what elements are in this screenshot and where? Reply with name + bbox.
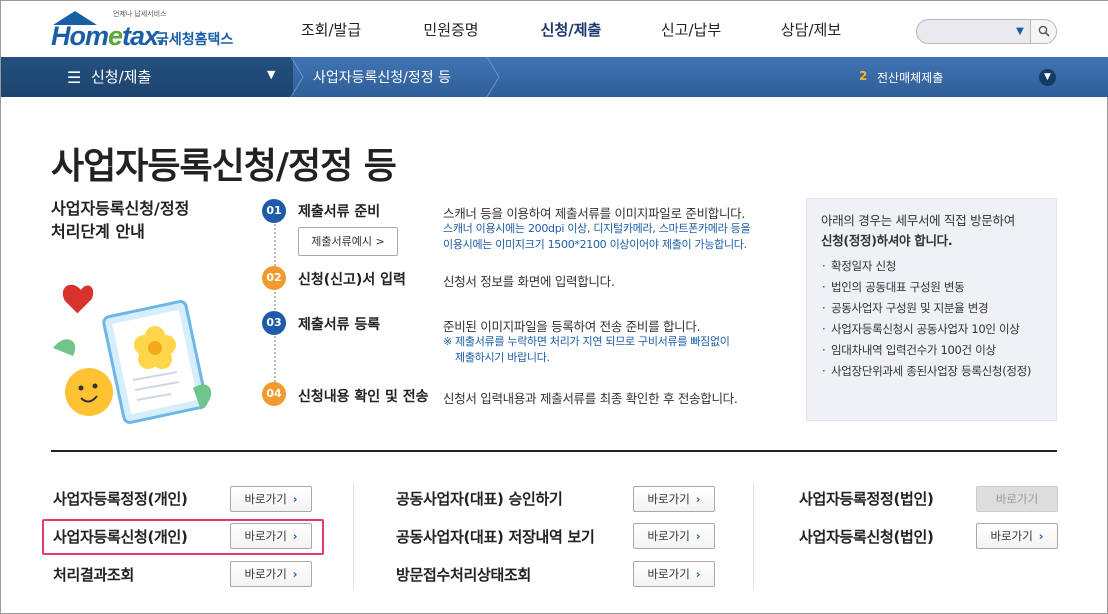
link-label-joint-saved: 공동사업자(대표) 저장내역 보기 [396,528,595,546]
list-item: 임대차내역 입력건수가 100건 이상 [821,343,1051,358]
notice-title-line: 아래의 경우는 세무서에 직접 방문하여 [821,213,1015,228]
section-title[interactable]: 신청/제출 [91,66,151,87]
section-menu[interactable]: ☰ 신청/제출 ▼ [1,57,293,97]
column-divider [753,484,754,589]
sub-nav-bar: ☰ 신청/제출 ▼ 사업자등록신청/정정 등 2 전산매체제출 ▼ [1,57,1108,97]
chevron-down-icon[interactable]: ▼ [1013,25,1027,39]
go-button-label: 바로가기 [990,529,1033,543]
search-input[interactable] [923,23,1011,40]
chevron-right-icon: › [1038,529,1044,543]
visit-notice-box: 아래의 경우는 세무서에 직접 방문하여 신청(정정)하셔야 합니다. 확정일자… [806,198,1057,421]
go-button-correction-corporate[interactable]: 바로가기 [976,486,1058,512]
step-note-line: ※ 제출서류를 누락하면 처리가 지연 되므로 구비서류를 빠짐없이 [443,335,730,348]
hometax-logo[interactable]: 언제나 납세서비스 Hometax. 국세청홈택스 [51,7,251,51]
list-item: 확정일자 신청 [821,259,1051,274]
sample-documents-button[interactable]: 제출서류예시 > [298,227,398,256]
logo-tagline: 언제나 납세서비스 [113,11,167,18]
step-description: 신청서 정보를 화면에 입력합니다. [443,274,615,289]
search-icon[interactable] [1030,20,1056,43]
header: 언제나 납세서비스 Hometax. 국세청홈택스 조회/발급 민원증명 신청/… [1,1,1108,57]
go-button-registration-individual[interactable]: 바로가기 › [230,523,312,549]
step-label: 신청(신고)서 입력 [298,272,406,288]
list-item: 사업자등록신청시 공동사업자 10인 이상 [821,322,1051,337]
go-button-label: 바로가기 [244,492,287,506]
link-label-correction-individual: 사업자등록정정(개인) [53,490,188,508]
step-note: ※ 제출서류를 누락하면 처리가 지연 되므로 구비서류를 빠짐없이 제출하시기… [443,334,730,366]
step-note-line: 제출하시기 바랍니다. [455,351,550,364]
go-button-correction-individual[interactable]: 바로가기 › [230,486,312,512]
link-label-visit-status: 방문접수처리상태조회 [396,566,532,584]
breadcrumb-current[interactable]: 사업자등록신청/정정 등 [313,67,451,87]
chevron-right-icon: › [292,492,298,506]
notice-title: 아래의 경우는 세무서에 직접 방문하여 신청(정정)하셔야 합니다. [821,211,1051,251]
expand-down-icon[interactable]: ▼ [1039,69,1056,86]
document-illustration-icon [53,284,212,424]
step-note: 스캐너 이용시에는 200dpi 이상, 디지털카메라, 스마트폰카메라 등을 … [443,221,751,253]
guide-title-line: 사업자등록신청/정정 [51,199,190,218]
step-label: 신청내용 확인 및 전송 [298,389,429,405]
go-button-label: 바로가기 [647,492,690,506]
page-title: 사업자등록신청/정정 등 [51,146,397,187]
hamburger-menu-icon[interactable]: ☰ [67,68,81,87]
chevron-right-icon: › [695,567,701,581]
column-divider [353,484,354,589]
list-item: 법인의 공동대표 구성원 변동 [821,280,1051,295]
step-label: 제출서류 준비 [298,204,381,220]
step-note-line: 스캐너 이용시에는 200dpi 이상, 디지털카메라, 스마트폰카메라 등을 [443,222,751,235]
notice-title-line: 신청(정정)하셔야 합니다. [821,233,953,248]
go-button-visit-status[interactable]: 바로가기 › [633,561,715,587]
go-button-joint-approve[interactable]: 바로가기 › [633,486,715,512]
step-description: 준비된 이미지파일을 등록하여 전송 준비를 합니다. [443,319,701,334]
step-description: 신청서 입력내용과 제출서류를 최종 확인한 후 전송합니다. [443,391,738,406]
logo-wordmark: Hometax. [51,21,166,51]
link-label-registration-individual: 사업자등록신청(개인) [53,528,188,546]
chevron-right-icon: › [292,567,298,581]
notice-list: 확정일자 신청 법인의 공동대표 구성원 변동 공동사업자 구성원 및 지분율 … [821,259,1051,385]
step-number: 03 [262,311,286,335]
caret-down-icon[interactable]: ▼ [267,68,275,81]
menu-number: 2 [859,69,868,83]
go-button-label: 바로가기 [244,567,287,581]
gnb-item-report[interactable]: 신고/납부 [631,19,751,40]
go-button-label: 바로가기 [647,567,690,581]
go-button-registration-corporate[interactable]: 바로가기 › [976,523,1058,549]
go-button-label: 바로가기 [244,529,287,543]
gnb-item-consult[interactable]: 상담/제보 [751,19,871,40]
guide-title-line: 처리단계 안내 [51,222,145,241]
section-divider [51,450,1057,452]
step-timeline [274,213,276,393]
gnb-item-inquiry[interactable]: 조회/발급 [271,19,391,40]
link-label-correction-corporate: 사업자등록정정(법인) [799,490,934,508]
chevron-right-icon: › [695,492,701,506]
step-label: 제출서류 등록 [298,317,381,333]
step-number: 01 [262,199,286,223]
go-button-joint-saved[interactable]: 바로가기 › [633,523,715,549]
logo-korean-name: 국세청홈택스 [156,32,234,48]
go-button-label: 바로가기 [647,529,690,543]
step-description: 스캐너 등을 이용하여 제출서류를 이미지파일로 준비합니다. [443,206,746,221]
gnb-item-apply[interactable]: 신청/제출 [511,19,631,40]
link-label-registration-corporate: 사업자등록신청(법인) [799,528,934,546]
step-number: 04 [262,382,286,406]
breadcrumb-arrow-icon [290,57,304,97]
link-label-result-inquiry: 처리결과조회 [53,566,135,584]
go-button-result-inquiry[interactable]: 바로가기 › [230,561,312,587]
chevron-right-icon: › [695,529,701,543]
go-button-label: 바로가기 [995,492,1039,506]
search-box: ▼ [916,19,1057,44]
step-number: 02 [262,266,286,290]
global-nav: 조회/발급 민원증명 신청/제출 신고/납부 상담/제보 [271,19,871,40]
breadcrumb-arrow-icon [486,57,500,97]
list-item: 사업장단위과세 종된사업장 등록신청(정정) [821,364,1051,379]
electronic-media-submit-link[interactable]: 전산매체제출 [877,69,943,86]
gnb-item-certificate[interactable]: 민원증명 [391,19,511,40]
chevron-right-icon: › [292,529,298,543]
list-item: 공동사업자 구성원 및 지분율 변경 [821,301,1051,316]
link-label-joint-approve: 공동사업자(대표) 승인하기 [396,490,563,508]
process-guide-title: 사업자등록신청/정정 처리단계 안내 [51,197,241,243]
step-note-line: 이용시에는 이미지크기 1500*2100 이상이어야 제출이 가능합니다. [443,238,747,251]
